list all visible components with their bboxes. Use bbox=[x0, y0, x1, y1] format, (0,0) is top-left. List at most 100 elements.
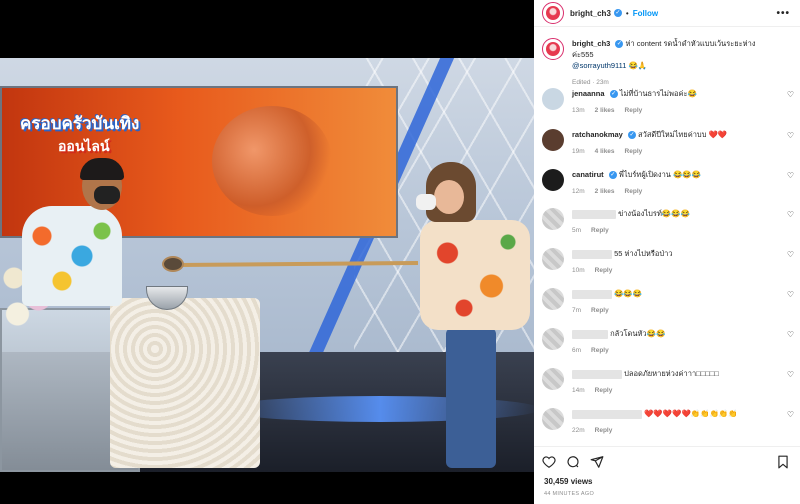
avatar-image bbox=[546, 6, 560, 20]
reply-button[interactable]: Reply bbox=[595, 265, 613, 276]
comment-username[interactable]: canatirut bbox=[572, 170, 604, 179]
view-count[interactable]: 30,459 views bbox=[544, 477, 592, 486]
like-heart-icon[interactable]: ♡ bbox=[787, 370, 794, 379]
author-username[interactable]: bright_ch3 bbox=[570, 9, 611, 18]
caption-username[interactable]: bright_ch3 bbox=[572, 39, 610, 48]
header-divider bbox=[534, 26, 800, 27]
commenter-avatar[interactable] bbox=[542, 208, 564, 230]
caption-body: bright_ch3 ✓ ห่า content รดน้ำดำหัวแบบเว… bbox=[572, 38, 772, 88]
post-media[interactable]: ครอบครัวบันเทิง ออนไลน์ bbox=[0, 0, 534, 504]
comment-body: ratchanokmay ✓ สวัสดีปีใหม่ไทยค่าบบ ❤️❤️… bbox=[572, 129, 772, 157]
comment-time: 14m bbox=[572, 387, 585, 394]
instagram-post-viewer: ครอบครัวบันเทิง ออนไลน์ bright_ch3 ✓ • F… bbox=[0, 0, 800, 504]
blurred-username bbox=[572, 209, 616, 219]
man-mask bbox=[94, 186, 120, 204]
comment-username[interactable]: ratchanokmay bbox=[572, 130, 623, 139]
blurred-username bbox=[572, 409, 642, 419]
comment-icon[interactable] bbox=[566, 455, 580, 469]
comment-meta: 12m 2 likes Reply bbox=[572, 186, 772, 197]
comment-text: พี่ไบร์ทผู้เปิดงาน 😂😂😂 bbox=[618, 170, 702, 179]
more-options-icon[interactable]: ••• bbox=[776, 8, 790, 19]
comment-item: 55 ห่างไปหรือป่าว 10m Reply ♡ bbox=[542, 248, 794, 276]
reply-button[interactable]: Reply bbox=[591, 225, 609, 236]
comment-username[interactable]: jenaanna bbox=[572, 89, 605, 98]
comment-text: ไม่ที่บ้านธารไม่พอค่ะ😂 bbox=[619, 89, 697, 98]
reply-button[interactable]: Reply bbox=[591, 345, 609, 356]
man-shirt bbox=[22, 206, 122, 306]
reply-button[interactable]: Reply bbox=[591, 305, 609, 316]
verified-icon: ✓ bbox=[615, 40, 624, 48]
caption: bright_ch3 ✓ ห่า content รดน้ำดำหัวแบบเว… bbox=[542, 38, 792, 88]
ladle-head bbox=[162, 256, 184, 272]
comment-item: ข่างน้องไบรท์😂😂😂 5m Reply ♡ bbox=[542, 208, 794, 236]
reply-button[interactable]: Reply bbox=[625, 186, 643, 197]
blurred-username bbox=[572, 369, 622, 379]
commenter-avatar[interactable] bbox=[542, 88, 564, 110]
avatar-image bbox=[546, 42, 560, 56]
comment-body: canatirut ✓ พี่ไบร์ทผู้เปิดงาน 😂😂😂 12m 2… bbox=[572, 169, 772, 197]
comment-time: 7m bbox=[572, 307, 582, 314]
comment-time: 10m bbox=[572, 267, 585, 274]
like-heart-icon[interactable]: ♡ bbox=[787, 250, 794, 259]
caption-mention[interactable]: @sorrayuth9111 bbox=[572, 61, 626, 70]
like-heart-icon[interactable]: ♡ bbox=[787, 171, 794, 180]
comment-text: 😂😂😂 bbox=[614, 289, 643, 298]
edited-time: Edited · 23m bbox=[572, 79, 609, 86]
woman-mask bbox=[416, 194, 436, 210]
reply-button[interactable]: Reply bbox=[625, 105, 643, 116]
like-icon[interactable] bbox=[542, 455, 556, 469]
commenter-avatar[interactable] bbox=[542, 129, 564, 151]
man-hair bbox=[80, 158, 124, 180]
comment-body: 😂😂😂 7m Reply bbox=[572, 288, 772, 316]
comment-likes[interactable]: 4 likes bbox=[595, 146, 615, 157]
comment-body: กลัวโดนหัว😂😂 6m Reply bbox=[572, 328, 772, 356]
woman-shirt bbox=[420, 220, 530, 330]
comment-time: 6m bbox=[572, 347, 582, 354]
comment-meta: 10m Reply bbox=[572, 265, 772, 276]
reply-button[interactable]: Reply bbox=[595, 385, 613, 396]
commenter-avatar[interactable] bbox=[542, 248, 564, 270]
comment-meta: 19m 4 likes Reply bbox=[572, 146, 772, 157]
post-time: 44 MINUTES AGO bbox=[544, 491, 595, 497]
blurred-username bbox=[572, 329, 608, 339]
comment-text: ข่างน้องไบรท์😂😂😂 bbox=[618, 209, 690, 218]
commenter-avatar[interactable] bbox=[542, 169, 564, 191]
like-heart-icon[interactable]: ♡ bbox=[787, 90, 794, 99]
comment-time: 13m bbox=[572, 107, 585, 114]
comment-body: ปลอดภัยหายห่วงค่าาา□□□□□ 14m Reply bbox=[572, 368, 772, 396]
like-heart-icon[interactable]: ♡ bbox=[787, 210, 794, 219]
like-heart-icon[interactable]: ♡ bbox=[787, 410, 794, 419]
comment-meta: 13m 2 likes Reply bbox=[572, 105, 772, 116]
like-heart-icon[interactable]: ♡ bbox=[787, 330, 794, 339]
man-seated bbox=[22, 158, 132, 322]
share-icon[interactable] bbox=[590, 455, 604, 469]
comment-meta: 5m Reply bbox=[572, 225, 772, 236]
commenter-avatar[interactable] bbox=[542, 328, 564, 350]
cloth-table bbox=[110, 298, 260, 468]
comment-item: กลัวโดนหัว😂😂 6m Reply ♡ bbox=[542, 328, 794, 356]
commenter-avatar[interactable] bbox=[542, 288, 564, 310]
comment-meta: 22m Reply bbox=[572, 425, 772, 436]
like-heart-icon[interactable]: ♡ bbox=[787, 131, 794, 140]
commenter-avatar[interactable] bbox=[542, 408, 564, 430]
comment-time: 12m bbox=[572, 188, 585, 195]
bookmark-icon[interactable] bbox=[776, 455, 790, 469]
screen-subtitle: ออนไลน์ bbox=[58, 139, 110, 155]
comment-text: กลัวโดนหัว😂😂 bbox=[610, 329, 666, 338]
caption-emoji: 😂🙏 bbox=[628, 61, 648, 70]
reply-button[interactable]: Reply bbox=[625, 146, 643, 157]
comment-item: canatirut ✓ พี่ไบร์ทผู้เปิดงาน 😂😂😂 12m 2… bbox=[542, 169, 794, 197]
comment-likes[interactable]: 2 likes bbox=[595, 186, 615, 197]
comment-text: 55 ห่างไปหรือป่าว bbox=[614, 249, 673, 258]
video-frame[interactable]: ครอบครัวบันเทิง ออนไลน์ bbox=[0, 58, 534, 472]
follow-button[interactable]: Follow bbox=[633, 9, 658, 18]
author-avatar[interactable] bbox=[542, 2, 564, 24]
comment-item: ปลอดภัยหายห่วงค่าาา□□□□□ 14m Reply ♡ bbox=[542, 368, 794, 396]
comment-likes[interactable]: 2 likes bbox=[595, 105, 615, 116]
commenter-avatar[interactable] bbox=[542, 368, 564, 390]
like-heart-icon[interactable]: ♡ bbox=[787, 290, 794, 299]
comment-meta: 14m Reply bbox=[572, 385, 772, 396]
screen-title: ครอบครัวบันเทิง bbox=[20, 114, 140, 134]
reply-button[interactable]: Reply bbox=[595, 425, 613, 436]
caption-avatar[interactable] bbox=[542, 38, 564, 60]
